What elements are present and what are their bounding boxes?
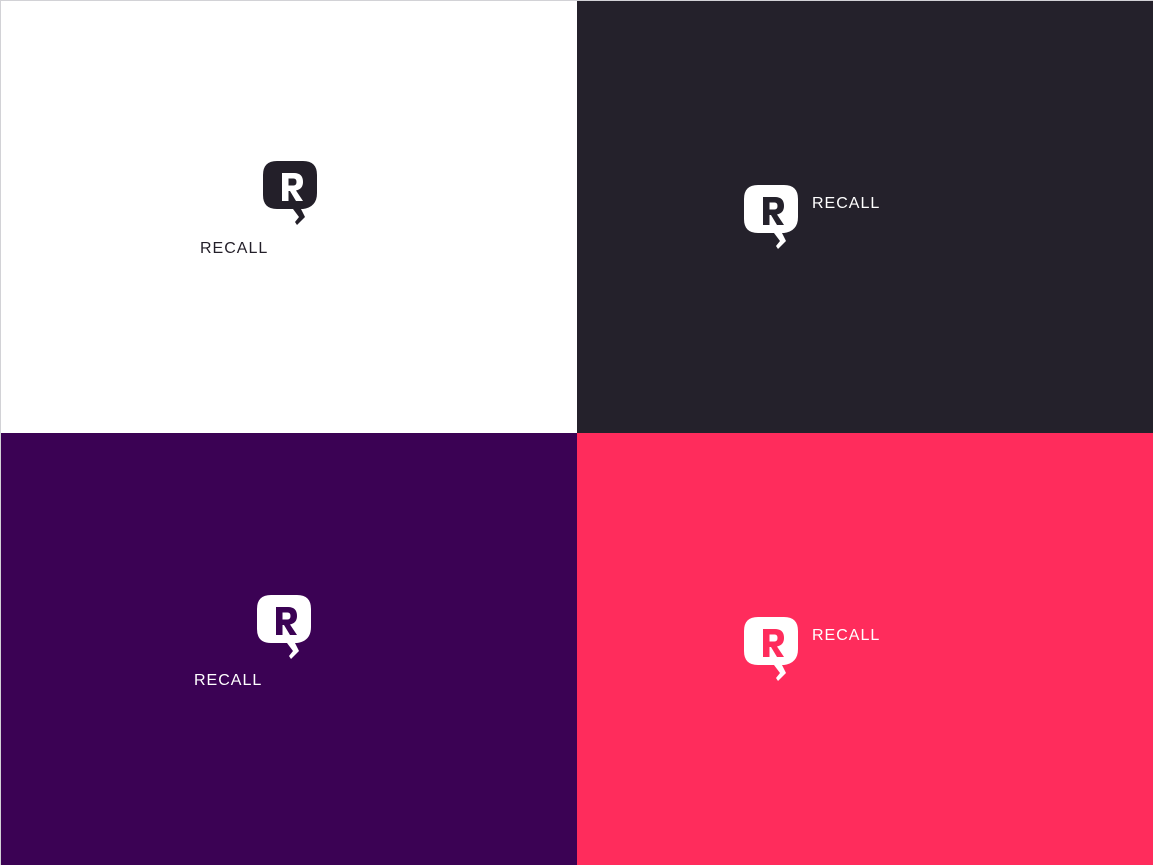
recall-logo-mark-icon (744, 185, 798, 249)
brand-wordmark: RECALL (200, 240, 269, 257)
brand-wordmark: RECALL (812, 627, 881, 644)
logo-presentation-board: RECALL RECALL RECALL RECALL (0, 0, 1153, 865)
brand-wordmark: RECALL (812, 195, 881, 212)
panel-dark (577, 1, 1153, 433)
brand-wordmark: RECALL (194, 672, 263, 689)
recall-logo-mark-icon (257, 595, 311, 659)
panel-pink (577, 433, 1153, 865)
recall-logo-mark-icon (744, 617, 798, 681)
recall-logo-mark-icon (263, 161, 317, 225)
